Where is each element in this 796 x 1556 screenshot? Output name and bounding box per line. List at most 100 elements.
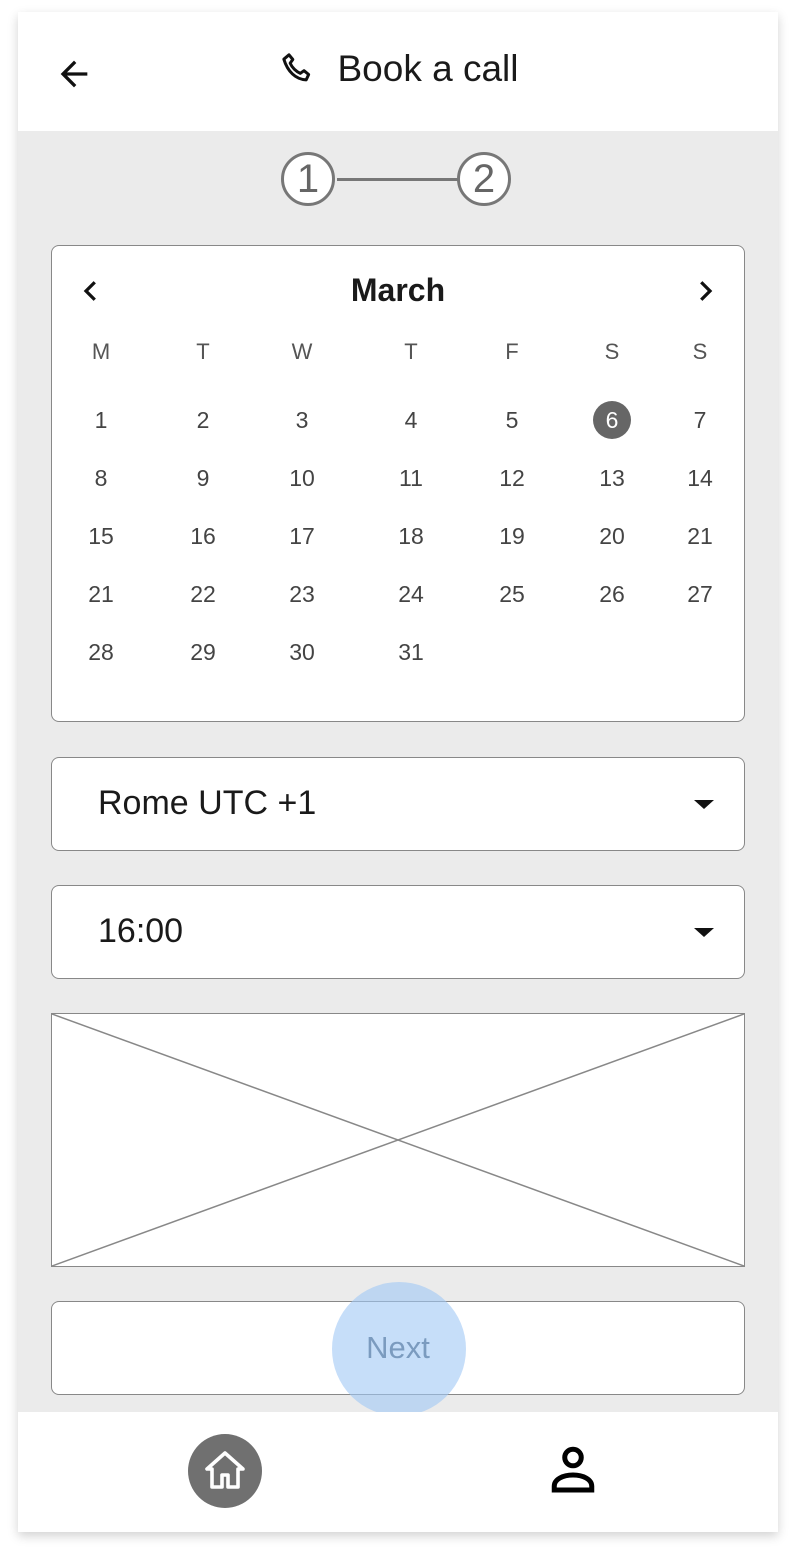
calendar-day[interactable]: 16 [178,516,228,556]
calendar-day[interactable]: 13 [587,458,637,498]
calendar-day-label: 14 [687,464,713,491]
calendar-day[interactable]: 10 [277,458,327,498]
stepper: 1 2 [281,152,517,212]
calendar-day-label: 16 [190,522,216,549]
caret-down-icon [694,800,714,809]
timezone-value: Rome UTC +1 [98,784,317,822]
calendar-day-label: 15 [88,522,114,549]
calendar-day-label: 12 [499,464,525,491]
image-placeholder [51,1013,745,1267]
weekday-header: T [178,332,228,372]
weekday-header: S [675,332,725,372]
calendar-day-label: 9 [196,464,210,491]
weekday-header: T [386,332,436,372]
next-button[interactable]: Next [51,1301,745,1395]
calendar-day-label: 4 [404,406,418,433]
calendar-day-label: 26 [599,580,625,607]
phone-icon [281,53,310,82]
calendar-month: March [350,272,446,308]
calendar-day-label: 19 [499,522,525,549]
calendar-day-label: 28 [88,638,114,665]
calendar-day[interactable]: 29 [178,632,228,672]
calendar-day[interactable]: 17 [277,516,327,556]
calendar-day[interactable]: 12 [487,458,537,498]
calendar-day-label: 1 [94,406,108,433]
weekday-header-label: T [404,339,418,364]
nav-home[interactable] [188,1434,262,1508]
page-title: Book a call [337,48,519,89]
calendar-day[interactable]: 5 [487,400,537,440]
calendar-day[interactable]: 20 [587,516,637,556]
weekday-header: F [487,332,537,372]
calendar-day[interactable]: 26 [587,574,637,614]
bottom-nav [18,1412,778,1532]
calendar-day-label: 10 [289,464,315,491]
step-1[interactable]: 1 [281,152,335,206]
calendar-day-label: 21 [687,522,713,549]
calendar: March M T W T F S S 1 2 3 4 5 6 7 8 9 10 11 12 13 14 15 16 17 18… [51,245,745,722]
calendar-day[interactable]: 15 [76,516,126,556]
calendar-day[interactable]: 11 [386,458,436,498]
user-icon[interactable] [543,1440,603,1500]
weekday-header-label: F [505,339,519,364]
weekday-header-label: M [91,339,111,364]
calendar-day-label: 29 [190,638,216,665]
calendar-day-label: 7 [693,406,707,433]
weekday-header-label: W [291,339,313,364]
calendar-day[interactable]: 7 [675,400,725,440]
calendar-day[interactable]: 1 [76,400,126,440]
weekday-header-label: T [196,339,210,364]
time-dropdown[interactable]: 16:00 [51,885,745,979]
calendar-day-label: 2 [196,406,210,433]
calendar-day-label: 13 [599,464,625,491]
step-2[interactable]: 2 [457,152,511,206]
calendar-day-label: 8 [94,464,108,491]
calendar-day[interactable]: 3 [277,400,327,440]
calendar-day[interactable]: 4 [386,400,436,440]
home-icon [205,1451,245,1489]
timezone-dropdown[interactable]: Rome UTC +1 [51,757,745,851]
header: Book a call [18,12,778,131]
weekday-header-label: S [692,339,708,364]
calendar-day[interactable]: 22 [178,574,228,614]
weekday-header: M [76,332,126,372]
calendar-day-label: 23 [289,580,315,607]
calendar-day[interactable]: 8 [76,458,126,498]
calendar-day[interactable]: 19 [487,516,537,556]
calendar-day[interactable]: 23 [277,574,327,614]
weekday-header: W [277,332,327,372]
calendar-day[interactable]: 24 [386,574,436,614]
calendar-day[interactable]: 28 [76,632,126,672]
calendar-day[interactable]: 2 [178,400,228,440]
calendar-day-label: 17 [289,522,315,549]
calendar-day-label: 25 [499,580,525,607]
calendar-day-label: 31 [398,638,424,665]
chevron-right-icon[interactable] [690,274,720,308]
time-value: 16:00 [98,912,184,950]
weekday-header: S [587,332,637,372]
calendar-day[interactable]: 14 [675,458,725,498]
stepper-connector [337,178,459,181]
calendar-day[interactable]: 25 [487,574,537,614]
app-frame: Book a call 1 2 March M T W T F S S 1 2 3 4 5 6 7 8 9 10… [18,12,778,1532]
calendar-day-label: 18 [398,522,424,549]
calendar-day-label: 5 [505,406,519,433]
image-placeholder-icon [51,1013,745,1267]
calendar-day[interactable]: 21 [76,574,126,614]
calendar-day-label: 21 [88,580,114,607]
calendar-day-label: 24 [398,580,424,607]
calendar-day[interactable]: 31 [386,632,436,672]
calendar-day[interactable]: 21 [675,516,725,556]
calendar-day-selected-label: 6 [593,401,631,439]
calendar-day-label: 27 [687,580,713,607]
calendar-day[interactable]: 27 [675,574,725,614]
calendar-day-selected[interactable]: 6 [587,400,637,440]
calendar-day[interactable]: 18 [386,516,436,556]
next-label: Next [366,1330,430,1365]
calendar-day[interactable]: 9 [178,458,228,498]
calendar-day-label: 3 [295,406,309,433]
calendar-day-label: 20 [599,522,625,549]
calendar-day[interactable]: 30 [277,632,327,672]
calendar-day-label: 11 [399,464,423,491]
caret-down-icon [694,928,714,937]
